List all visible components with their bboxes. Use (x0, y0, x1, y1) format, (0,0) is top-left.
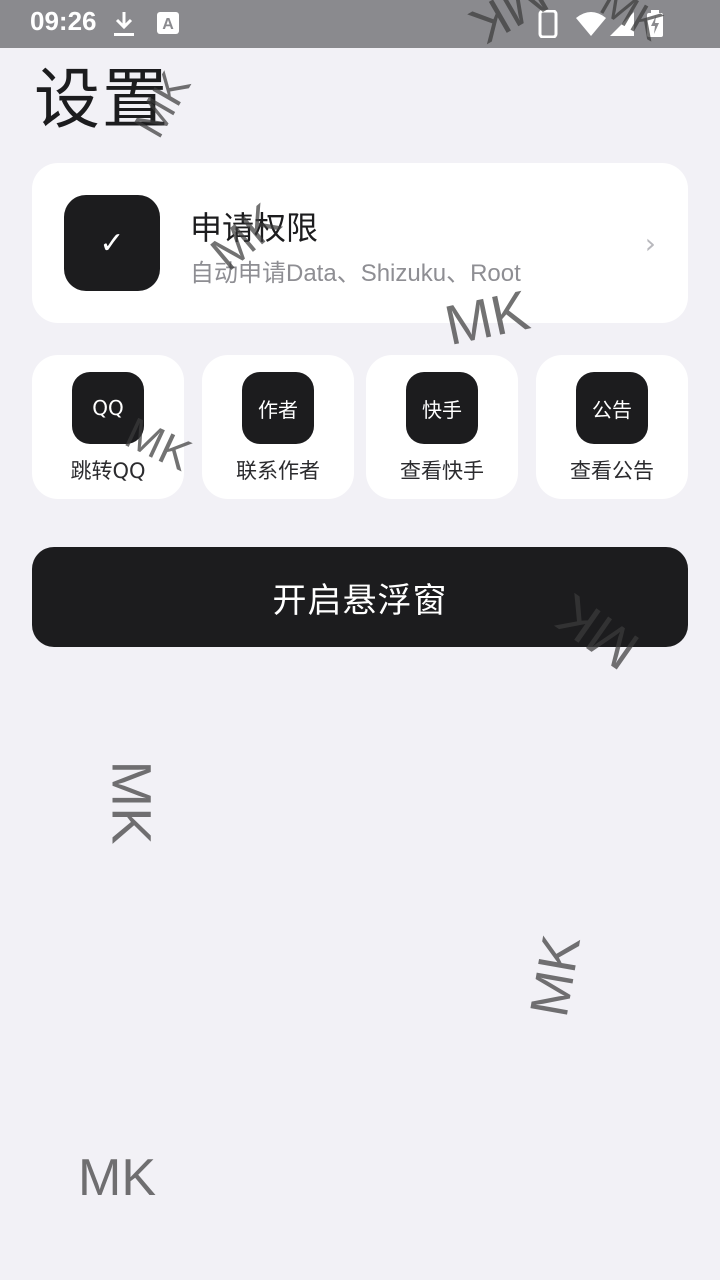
signal-icon (610, 12, 634, 36)
keyboard-a-icon: A (157, 12, 179, 34)
watermark: MK (78, 1149, 156, 1207)
watermark: MK (518, 930, 593, 1022)
svg-text:A: A (162, 16, 174, 33)
kuaishou-icon: 快手 (406, 372, 478, 444)
shortcut-jump-qq[interactable]: QQ 跳转QQ (32, 355, 184, 499)
shortcut-label: 跳转QQ (70, 459, 146, 483)
author-icon: 作者 (242, 372, 314, 444)
status-bar: 09:26 A (0, 0, 720, 48)
shortcut-view-kuaishou[interactable]: 快手 查看快手 (366, 355, 518, 499)
wifi-icon (576, 12, 606, 36)
page-title: 设置 (34, 61, 170, 138)
shortcut-view-announcement[interactable]: 公告 查看公告 (536, 355, 688, 499)
shortcut-label: 查看快手 (400, 459, 484, 483)
permission-title: 申请权限 (190, 209, 319, 247)
chevron-right-icon: › (644, 227, 656, 260)
status-time: 09:26 (30, 6, 97, 36)
shortcut-contact-author[interactable]: 作者 联系作者 (202, 355, 354, 499)
battery-charging-icon (647, 10, 663, 37)
permission-subtitle: 自动申请Data、Shizuku、Root (190, 260, 521, 287)
shortcut-label: 联系作者 (236, 459, 320, 483)
enable-floating-window-button[interactable]: 开启悬浮窗 (32, 547, 688, 647)
watermark: MK (100, 760, 164, 845)
check-icon: ✓ (64, 195, 160, 291)
announcement-icon: 公告 (576, 372, 648, 444)
download-icon (114, 12, 134, 36)
phone-icon (538, 10, 558, 38)
request-permission-card[interactable]: ✓ 申请权限 自动申请Data、Shizuku、Root › (32, 163, 688, 323)
qq-icon: QQ (72, 372, 144, 444)
shortcut-label: 查看公告 (570, 459, 654, 483)
